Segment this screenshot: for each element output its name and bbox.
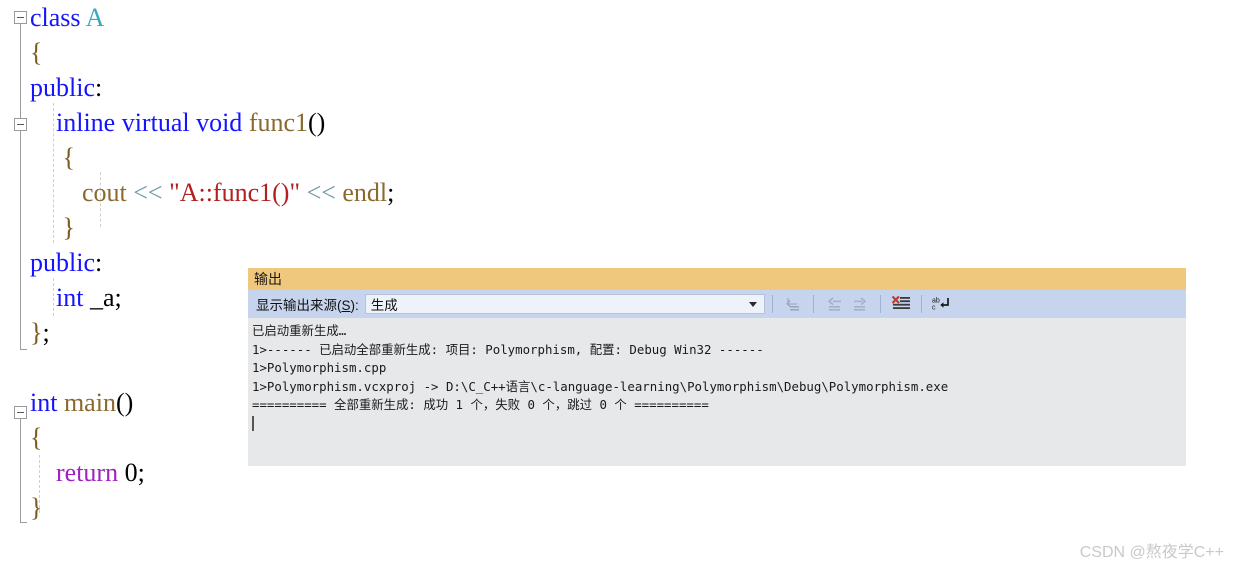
toolbar-separator-1 <box>771 295 773 313</box>
code-token: : <box>95 248 103 277</box>
code-line-text: }; <box>30 315 50 350</box>
code-line-text: public: <box>30 245 102 280</box>
fold-guide-main-end <box>20 505 27 523</box>
chevron-down-icon[interactable] <box>748 302 757 307</box>
code-token: () <box>115 388 134 417</box>
previous-message-icon[interactable] <box>821 292 847 316</box>
code-line-text: int _a; <box>30 280 122 315</box>
code-token: ; <box>387 178 395 207</box>
output-line: ========== 全部重新生成: 成功 1 个，失败 0 个，跳过 0 个 … <box>252 397 709 413</box>
code-token: ; <box>137 458 145 487</box>
output-source-combobox[interactable]: 生成 <box>364 294 765 314</box>
toggle-word-wrap-icon[interactable]: ab c <box>929 292 955 316</box>
output-line: 1>Polymorphism.cpp <box>252 360 387 376</box>
code-token: class <box>30 3 86 32</box>
output-source-label: 显示输出来源(S): <box>252 294 365 314</box>
code-token: << <box>306 178 336 207</box>
output-text-area[interactable]: 已启动重新生成… 1>------ 已启动全部重新生成: 项目: Polymorp… <box>248 318 1186 466</box>
output-source-label-prefix: 显示输出来源( <box>256 298 342 313</box>
output-caret-line <box>252 415 1186 434</box>
code-token: { <box>30 423 43 452</box>
code-token: int <box>30 388 64 417</box>
code-token: int <box>56 283 84 312</box>
svg-text:ab: ab <box>932 298 940 305</box>
code-token: : <box>95 73 103 102</box>
output-line: 已启动重新生成… <box>252 323 347 338</box>
output-panel: 输出 显示输出来源(S): 生成 ab c 已启动重新生成… 1>------ … <box>248 268 1186 466</box>
toolbar-separator-4 <box>920 295 922 313</box>
code-token: } <box>62 213 75 242</box>
output-panel-toolbar: 显示输出来源(S): 生成 ab c <box>248 290 1186 318</box>
fold-guide-class-a-end <box>20 332 27 350</box>
toolbar-separator-3 <box>879 295 881 313</box>
output-source-value: 生成 <box>370 298 398 313</box>
code-token: endl <box>342 178 388 207</box>
output-source-label-suffix: ): <box>350 298 359 313</box>
code-line-text: public: <box>30 70 102 105</box>
output-source-label-accel: S <box>341 298 351 313</box>
code-token: { <box>62 143 75 172</box>
code-token: << <box>133 178 163 207</box>
output-line: 1>------ 已启动全部重新生成: 项目: Polymorphism, 配置… <box>252 341 764 357</box>
fold-guide-main <box>20 419 21 519</box>
code-token: "A::func1()" <box>169 178 301 207</box>
next-message-icon[interactable] <box>847 292 873 316</box>
code-line-text: } <box>30 490 42 525</box>
code-line-text: return 0; <box>30 455 145 490</box>
code-line-text: inline virtual void func1() <box>30 105 325 140</box>
fold-toggle-main[interactable] <box>14 406 27 419</box>
svg-text:c: c <box>932 305 936 312</box>
code-token: _a; <box>83 283 122 312</box>
code-token: inline virtual void <box>56 108 249 137</box>
go-to-message-icon[interactable] <box>780 292 806 316</box>
text-caret <box>252 415 254 431</box>
fold-toggle-func1[interactable] <box>14 118 27 131</box>
output-line: 1>Polymorphism.vcxproj -> D:\C_C++语言\c-l… <box>252 378 949 394</box>
code-token: { <box>30 38 43 67</box>
code-token: ; <box>42 318 50 347</box>
code-token: 0 <box>124 458 138 487</box>
output-line-list: 已启动重新生成… 1>------ 已启动全部重新生成: 项目: Polymorp… <box>252 322 1186 415</box>
code-line-text: { <box>30 35 42 70</box>
code-token: } <box>30 493 43 522</box>
code-token: A <box>85 3 105 32</box>
code-token: return <box>56 458 119 487</box>
code-token: } <box>30 318 43 347</box>
output-panel-title: 输出 <box>254 271 282 287</box>
csdn-watermark: CSDN @熬夜学C++ <box>1079 544 1224 561</box>
code-token: main <box>63 388 116 417</box>
code-token: () <box>308 108 326 137</box>
fold-toggle-class-a[interactable] <box>14 11 27 24</box>
code-token: public <box>30 248 95 277</box>
code-line-text: { <box>30 420 42 455</box>
fold-guide-func1 <box>20 131 21 246</box>
code-line-text: cout << "A::func1()" << endl; <box>30 175 394 210</box>
code-line-text: int main() <box>30 385 133 420</box>
toolbar-separator-2 <box>812 295 814 313</box>
output-panel-titlebar[interactable]: 输出 <box>248 268 1186 290</box>
code-token: cout <box>82 178 127 207</box>
code-line-text: class A <box>30 0 104 35</box>
code-token: public <box>30 73 95 102</box>
clear-all-icon[interactable] <box>888 292 914 316</box>
code-line-text: } <box>30 210 75 245</box>
code-line-text: { <box>30 140 75 175</box>
code-token: func1 <box>248 108 309 137</box>
